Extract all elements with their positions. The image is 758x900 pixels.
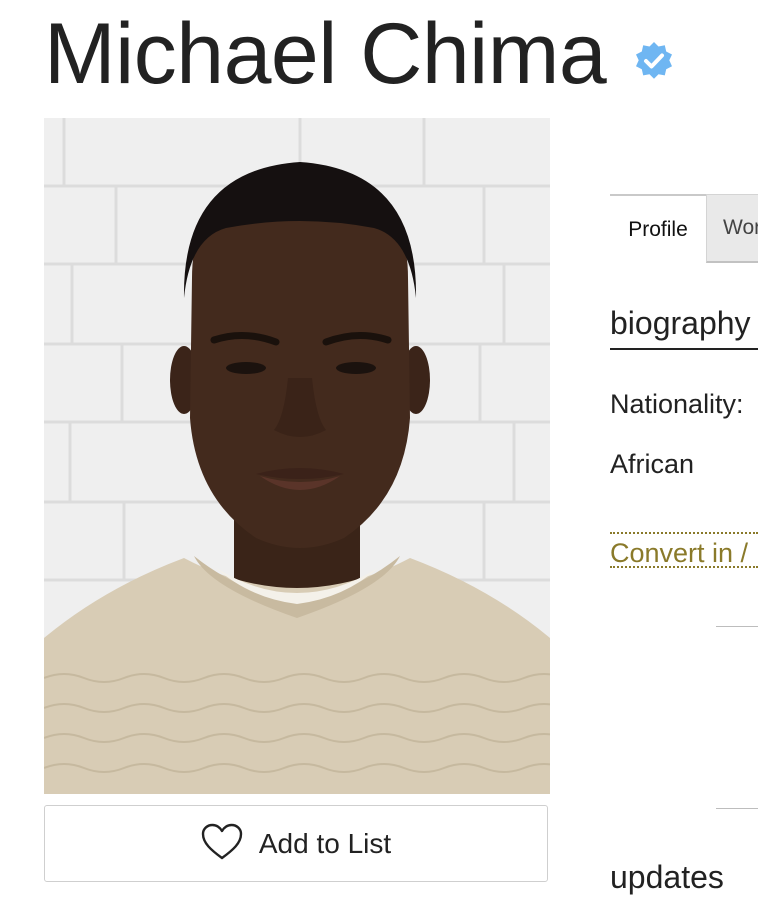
model-name: Michael Chima [44, 6, 607, 102]
model-profile-page: Michael Chima Add to List Profile Wor bi… [0, 0, 758, 900]
add-to-list-label: Add to List [258, 827, 392, 859]
add-to-list-button[interactable]: Add to List [44, 805, 548, 882]
tab-work[interactable]: Wor [706, 194, 758, 263]
verified-badge-icon [634, 41, 674, 81]
biography-heading: biography [610, 302, 758, 350]
nationality-label: Nationality: [610, 389, 744, 419]
heart-icon [201, 823, 243, 861]
profile-tabs: Profile Wor [610, 194, 758, 264]
updates-heading: updates [610, 859, 724, 895]
convert-units-link[interactable]: Convert in / [610, 532, 758, 568]
divider [716, 626, 758, 627]
model-portrait-photo[interactable] [44, 118, 550, 794]
divider [716, 808, 758, 809]
profile-header: Michael Chima [44, 4, 674, 104]
nationality-value: African [610, 449, 695, 479]
tab-profile[interactable]: Profile [610, 194, 706, 263]
